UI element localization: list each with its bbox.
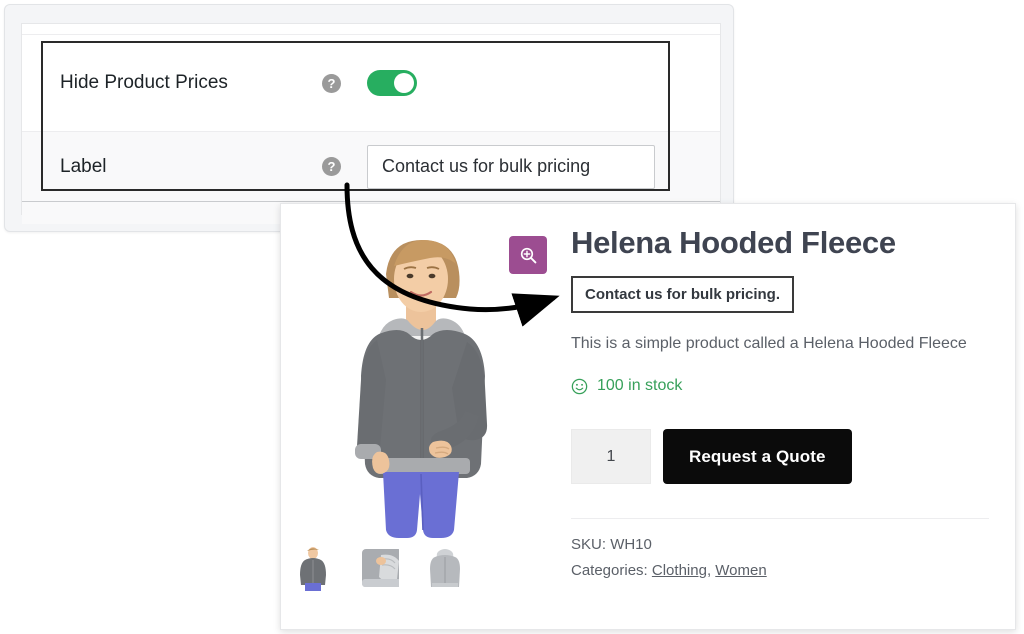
- product-thumbnail[interactable]: [425, 545, 465, 591]
- setting-label-hide-product-prices: Hide Product Prices: [60, 72, 228, 93]
- category-link-women[interactable]: Women: [715, 562, 766, 579]
- product-stock-status: 100 in stock: [571, 377, 989, 395]
- settings-panel-inner: Hide Product Prices ? Label ?: [21, 23, 721, 224]
- thumbnail-fabric-detail: [359, 545, 399, 591]
- question-mark-circle-icon[interactable]: ?: [322, 157, 341, 176]
- product-gallery: [281, 204, 561, 629]
- product-thumbnail-strip: [293, 545, 465, 591]
- product-price-replacement-label: Contact us for bulk pricing.: [571, 276, 795, 314]
- category-link-clothing[interactable]: Clothing: [652, 562, 707, 579]
- hide-product-prices-toggle[interactable]: [367, 70, 417, 96]
- product-main-image[interactable]: [291, 216, 553, 538]
- stock-status-text: 100 in stock: [597, 377, 683, 395]
- product-title: Helena Hooded Fleece: [571, 225, 896, 260]
- settings-panel: Hide Product Prices ? Label ?: [4, 4, 734, 232]
- question-mark-circle-icon[interactable]: ?: [322, 73, 341, 93]
- product-preview-card: Helena Hooded Fleece Contact us for bulk…: [280, 203, 1016, 630]
- request-a-quote-button[interactable]: Request a Quote: [663, 429, 852, 485]
- product-categories-line: Categories: Clothing, Women: [571, 562, 989, 579]
- product-meta: SKU: WH10 Categories: Clothing, Women: [571, 518, 989, 579]
- setting-row-label: Label ?: [22, 132, 720, 202]
- product-details: Helena Hooded Fleece Contact us for bulk…: [561, 204, 1015, 629]
- thumbnail-fleece-folded: [425, 545, 465, 591]
- screenshot-root: Hide Product Prices ? Label ? Contact us…: [0, 0, 1024, 634]
- setting-label-label: Label: [60, 155, 107, 177]
- magnifier-plus-glyph: [520, 247, 536, 263]
- add-to-cart-row: Request a Quote: [571, 429, 989, 485]
- settings-panel-top-strip: [22, 24, 720, 35]
- sku-value: WH10: [610, 536, 652, 554]
- product-short-description: This is a simple product called a Helena…: [571, 335, 967, 353]
- setting-row-hide-product-prices: Hide Product Prices ?: [22, 35, 720, 132]
- product-sku-line: SKU: WH10: [571, 536, 989, 553]
- label-text-input[interactable]: [367, 144, 655, 189]
- quantity-input[interactable]: [571, 429, 651, 485]
- toggle-knob: [394, 73, 414, 93]
- smiley-face-icon: [571, 378, 588, 395]
- magnifier-plus-icon[interactable]: [509, 236, 547, 274]
- product-thumbnail[interactable]: [293, 545, 333, 591]
- categories-label: Categories:: [571, 562, 648, 580]
- product-thumbnail[interactable]: [359, 545, 399, 591]
- thumbnail-model-front: [293, 545, 333, 591]
- sku-label: SKU:: [571, 536, 607, 554]
